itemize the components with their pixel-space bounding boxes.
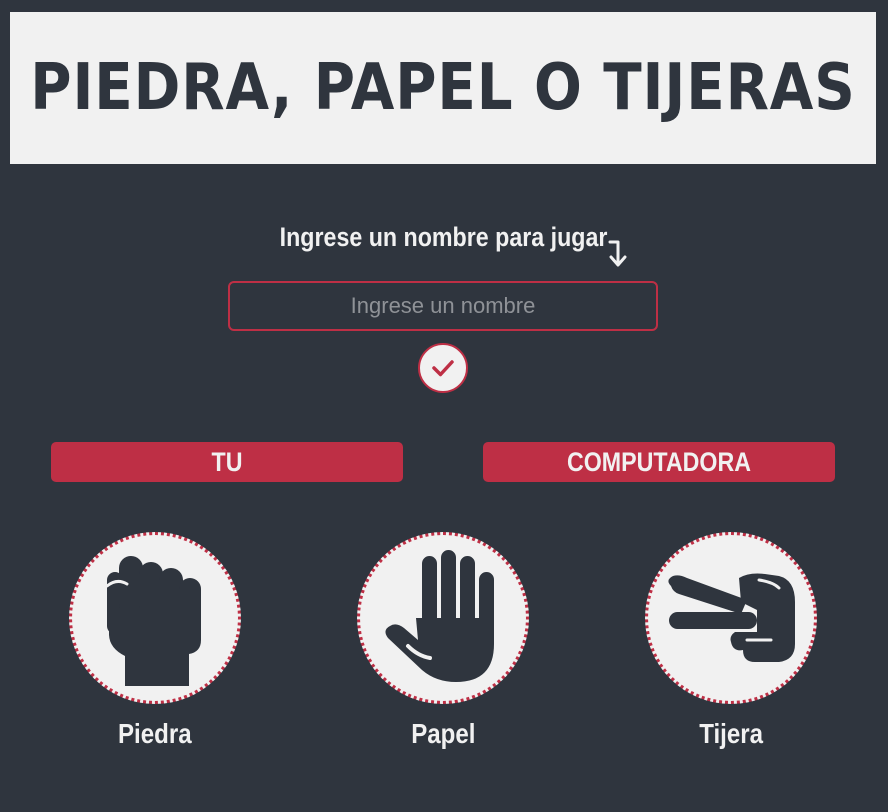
name-input[interactable] <box>228 281 658 331</box>
choice-paper-label: Papel <box>355 718 531 750</box>
player-label-computer-text: COMPUTADORA <box>566 446 752 477</box>
arrow-down-turn-icon <box>608 240 627 267</box>
choice-scissors-label: Tijera <box>643 718 819 750</box>
confirm-name-button[interactable] <box>418 343 468 393</box>
choice-rock-label: Piedra <box>67 718 243 750</box>
scissors-hand-icon <box>668 573 795 662</box>
fist-icon <box>105 556 201 686</box>
name-prompt: Ingrese un nombre para jugar <box>0 222 888 253</box>
title-banner: PIEDRA, PAPEL O TIJERAS <box>10 12 876 164</box>
choice-paper-circle[interactable] <box>357 532 529 704</box>
open-hand-icon <box>385 550 494 682</box>
player-label-computer: COMPUTADORA <box>483 442 835 482</box>
page-title: PIEDRA, PAPEL O TIJERAS <box>30 51 856 125</box>
choice-rock-circle[interactable] <box>69 532 241 704</box>
choice-scissors[interactable]: Tijera <box>643 532 819 750</box>
choice-paper-label-text: Papel <box>410 718 476 749</box>
choice-rock[interactable]: Piedra <box>67 532 243 750</box>
check-icon <box>432 360 454 377</box>
name-prompt-text: Ingrese un nombre para jugar <box>280 222 608 252</box>
choice-rock-label-text: Piedra <box>118 718 192 749</box>
choice-paper[interactable]: Papel <box>355 532 531 750</box>
player-label-you-text: TU <box>211 446 243 477</box>
choice-scissors-circle[interactable] <box>645 532 817 704</box>
player-label-you: TU <box>51 442 403 482</box>
choice-scissors-label-text: Tijera <box>699 718 763 749</box>
